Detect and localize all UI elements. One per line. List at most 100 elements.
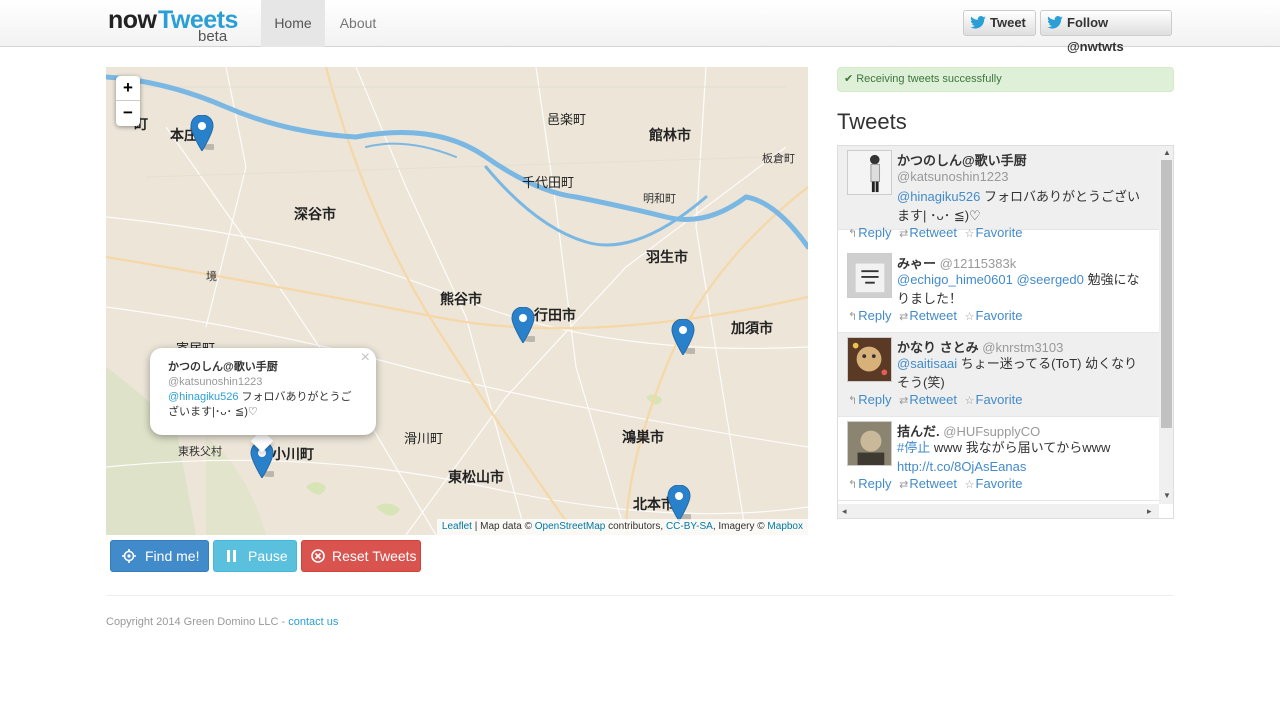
attribution-imagery: , Imagery ©: [712, 521, 768, 532]
tweet-mention-link[interactable]: @hinagiku526: [897, 189, 980, 204]
footer: Copyright 2014 Green Domino LLC - contac…: [106, 616, 338, 628]
popup-close-icon[interactable]: ×: [361, 350, 370, 366]
tweet-item: 拮んだ. @HUFsupplyCO #停止 www 我ながら届いてからwww ht…: [838, 417, 1159, 501]
map-label-kumagaya: 熊谷市: [440, 292, 482, 308]
favorite-link[interactable]: Favorite: [976, 392, 1023, 407]
tweet-body: www 我ながら届いてからwww: [930, 440, 1111, 455]
vertical-scrollbar[interactable]: ▲ ▼: [1159, 146, 1173, 504]
remove-circle-icon: [311, 549, 325, 563]
nav-about-link[interactable]: About: [327, 0, 389, 47]
avatar[interactable]: [847, 150, 892, 195]
retweet-link[interactable]: Retweet: [909, 392, 957, 407]
scroll-right-icon[interactable]: ▸: [1147, 506, 1152, 517]
favorite-link[interactable]: Favorite: [976, 225, 1023, 240]
license-link[interactable]: CC-BY-SA: [666, 521, 713, 532]
tweet-user-handle[interactable]: @knrstm3103: [982, 340, 1063, 355]
nav-home-link[interactable]: Home: [261, 0, 325, 47]
pause-button[interactable]: Pause: [213, 540, 297, 572]
tweets-heading: Tweets: [837, 109, 907, 134]
tweet-text: @hinagiku526 フォロバありがとうございます| ･ᴗ･ ≦)♡: [897, 187, 1147, 225]
scroll-left-icon[interactable]: ◂: [842, 506, 847, 517]
retweet-icon: ⇄: [899, 311, 909, 323]
tweet-url-link[interactable]: http://t.co/8OjAsEanas: [897, 459, 1026, 474]
avatar[interactable]: [847, 337, 892, 382]
tweet-feed[interactable]: かつのしん@歌い手厨 @katsunoshin1223 @hinagiku526…: [837, 145, 1174, 519]
reply-link[interactable]: Reply: [858, 308, 891, 323]
tweet-actions: ↰Reply ⇄Retweet ☆Favorite: [848, 308, 1026, 323]
horizontal-scrollbar[interactable]: ◂ ▸: [838, 504, 1159, 518]
avatar[interactable]: [847, 421, 892, 466]
find-me-label: Find me!: [145, 548, 200, 564]
map-marker-icon[interactable]: [190, 115, 214, 151]
map-attribution: Leaflet | Map data © OpenStreetMap contr…: [436, 519, 808, 535]
tweet-text: @echigo_hime0601 @seerged0 勉強になりました！: [897, 270, 1147, 308]
tweet-hashtag-link[interactable]: #停止: [897, 440, 930, 455]
retweet-link[interactable]: Retweet: [909, 225, 957, 240]
favorite-icon: ☆: [964, 479, 975, 491]
map-label-gyoda: 行田市: [534, 308, 576, 324]
twitter-bird-icon: [970, 16, 986, 29]
tweet-user-handle[interactable]: @HUFsupplyCO: [943, 424, 1040, 439]
map-marker-icon[interactable]: [667, 485, 691, 521]
status-message: Receiving tweets successfully: [856, 73, 1002, 85]
tweet-mention-link[interactable]: @echigo_hime0601: [897, 272, 1013, 287]
reset-tweets-button[interactable]: Reset Tweets: [301, 540, 421, 572]
footer-copyright: Copyright 2014 Green Domino LLC -: [106, 616, 289, 628]
map-label-kazo: 加須市: [731, 321, 773, 337]
twitter-bird-icon: [1047, 16, 1063, 29]
tweet-actions: ↰Reply ⇄Retweet ☆Favorite: [848, 476, 1026, 491]
leaflet-link[interactable]: Leaflet: [442, 521, 472, 532]
reply-link[interactable]: Reply: [858, 476, 891, 491]
find-me-button[interactable]: Find me!: [110, 540, 209, 572]
contact-us-link[interactable]: contact us: [288, 616, 338, 628]
follow-button-label: Follow @nwtwts: [1067, 15, 1124, 54]
tweet-text: @saitisaai ちょー迷ってる(ToT) 幼くなりそう(笑): [897, 354, 1147, 392]
map-label-itakuramachi: 板倉町: [762, 152, 795, 165]
scrollbar-thumb[interactable]: [1161, 160, 1172, 428]
scroll-up-icon[interactable]: ▲: [1163, 148, 1171, 157]
favorite-icon: ☆: [964, 228, 975, 240]
tweet-button[interactable]: Tweet: [963, 10, 1036, 36]
popup-mention-link[interactable]: @hinagiku526: [168, 391, 239, 403]
mapbox-link[interactable]: Mapbox: [767, 521, 803, 532]
tweet-user-name-text[interactable]: みゃー: [897, 256, 936, 271]
brand-logo[interactable]: now Tweets beta: [108, 4, 248, 46]
favorite-link[interactable]: Favorite: [976, 308, 1023, 323]
reply-link[interactable]: Reply: [858, 392, 891, 407]
osm-link[interactable]: OpenStreetMap: [535, 521, 606, 532]
tweet-user-name-text[interactable]: 拮んだ.: [897, 424, 940, 439]
retweet-link[interactable]: Retweet: [909, 308, 957, 323]
tweet-user-name-text[interactable]: かなり さとみ: [897, 340, 979, 355]
tweet-mention-link[interactable]: @seerged0: [1016, 272, 1083, 287]
reply-link[interactable]: Reply: [858, 225, 891, 240]
follow-button[interactable]: Follow @nwtwts: [1040, 10, 1172, 54]
brand-beta: beta: [198, 28, 228, 45]
tweet-user-name[interactable]: かつのしん@歌い手厨: [897, 150, 1027, 169]
tweet-button-label: Tweet: [990, 15, 1026, 30]
map-label-oragomachi: 邑楽町: [547, 113, 587, 128]
map-label-sakai: 境: [206, 270, 217, 283]
avatar[interactable]: [847, 253, 892, 298]
zoom-in-button[interactable]: +: [116, 76, 140, 101]
check-icon: ✔: [844, 73, 854, 85]
pause-icon: [227, 550, 236, 562]
map-marker-icon[interactable]: [671, 319, 695, 355]
favorite-link[interactable]: Favorite: [976, 476, 1023, 491]
map-label-konosu: 鴻巣市: [622, 430, 664, 446]
map-label-higashichichibu: 東秩父村: [178, 445, 222, 458]
tweet-item: みゃー @12115383k @echigo_hime0601 @seerged…: [838, 249, 1159, 333]
map[interactable]: 本庄 町 邑楽町 館林市 板倉町 千代田町 明和町 深谷市 羽生市 熊谷市 行田…: [106, 67, 808, 535]
tweet-mention-link[interactable]: @saitisaai: [897, 356, 957, 371]
retweet-link[interactable]: Retweet: [909, 476, 957, 491]
zoom-out-button[interactable]: −: [116, 101, 140, 126]
scroll-down-icon[interactable]: ▼: [1163, 491, 1171, 500]
brand-now: now: [108, 6, 157, 34]
popup-user-handle: @katsunoshin1223: [168, 376, 263, 388]
reply-icon: ↰: [848, 479, 858, 491]
tweet-user-handle[interactable]: @12115383k: [940, 256, 1017, 271]
tweet-user-handle[interactable]: @katsunoshin1223: [897, 169, 1009, 184]
map-marker-icon[interactable]: [511, 307, 535, 343]
reply-icon: ↰: [848, 395, 858, 407]
retweet-icon: ⇄: [899, 228, 909, 240]
map-label-higashimatsuyama: 東松山市: [448, 470, 504, 486]
